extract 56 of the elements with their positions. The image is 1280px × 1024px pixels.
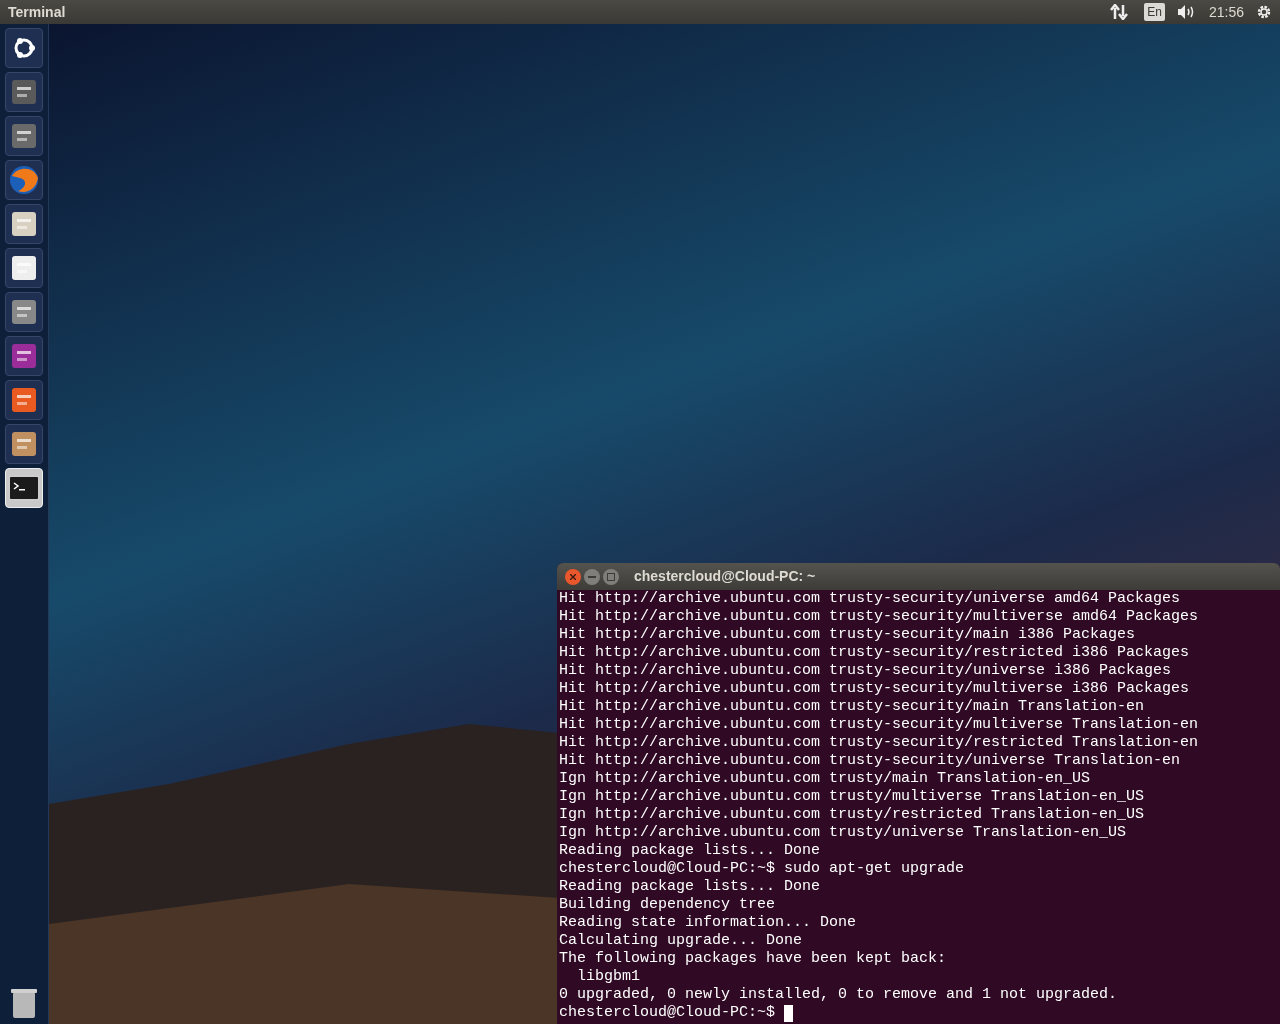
maximize-button[interactable]: [603, 568, 619, 585]
terminal-line: Hit http://archive.ubuntu.com trusty-security/main Translation-en: [559, 698, 1145, 716]
app-icon: [9, 341, 39, 371]
terminal-line: Reading state information... Done: [559, 914, 857, 932]
app-icon: [9, 209, 39, 239]
clock[interactable]: 21:56: [1208, 1, 1244, 23]
terminal-line: Calculating upgrade... Done: [559, 932, 803, 950]
launcher-item[interactable]: [5, 380, 43, 420]
launcher-item[interactable]: [5, 336, 43, 376]
terminal-line: Reading package lists... Done: [559, 878, 821, 896]
app-icon: [9, 121, 39, 151]
terminal-line: Ign http://archive.ubuntu.com trusty/universe Translation-en_US: [559, 824, 1127, 842]
terminal-title: chestercloud@Cloud-PC: ~: [634, 567, 816, 586]
app-icon: [9, 429, 39, 459]
launcher-item[interactable]: [5, 204, 43, 244]
maximize-icon: [607, 572, 615, 581]
minimize-icon: [588, 575, 596, 578]
app-icon: [9, 77, 39, 107]
close-icon: [570, 573, 576, 580]
keyboard-layout-indicator[interactable]: En: [1144, 3, 1165, 21]
terminal-line: Hit http://archive.ubuntu.com trusty-security/multiverse Translation-en: [559, 716, 1199, 734]
terminal-icon: [8, 475, 40, 501]
terminal-line: Ign http://archive.ubuntu.com trusty/main Translation-en_US: [559, 770, 1091, 788]
trash-icon[interactable]: [9, 986, 39, 1020]
minimize-button[interactable]: [584, 568, 600, 585]
terminal-line: Ign http://archive.ubuntu.com trusty/restricted Translation-en_US: [559, 806, 1145, 824]
terminal-line: 0 upgraded, 0 newly installed, 0 to remove and 1 not upgraded.: [559, 986, 1118, 1004]
terminal-line: Hit http://archive.ubuntu.com trusty-security/universe i386 Packages: [559, 662, 1172, 680]
terminal-line: The following packages have been kept back:: [559, 950, 947, 968]
terminal-line: chestercloud@Cloud-PC:~$ sudo apt-get upgrade: [559, 860, 965, 878]
settings-gear-icon[interactable]: [1256, 4, 1272, 20]
launcher-item[interactable]: [5, 116, 43, 156]
launcher-item[interactable]: [5, 248, 43, 288]
app-icon: [9, 385, 39, 415]
browser-globe-icon: [8, 164, 40, 196]
terminal-line: Hit http://archive.ubuntu.com trusty-security/main i386 Packages: [559, 626, 1136, 644]
window-title: Terminal: [8, 2, 66, 22]
app-icon: [9, 253, 39, 283]
launcher-item[interactable]: [5, 424, 43, 464]
terminal-line: Reading package lists... Done: [559, 842, 821, 860]
terminal-line: Ign http://archive.ubuntu.com trusty/multiverse Translation-en_US: [559, 788, 1145, 806]
terminal-line: Hit http://archive.ubuntu.com trusty-security/restricted Translation-en: [559, 734, 1199, 752]
terminal-line: Hit http://archive.ubuntu.com trusty-security/restricted i386 Packages: [559, 644, 1190, 662]
launcher-item[interactable]: [5, 292, 43, 332]
launcher-item[interactable]: [5, 28, 43, 68]
terminal-line: libgbm1: [576, 968, 640, 986]
terminal-line: Building dependency tree: [559, 896, 776, 914]
terminal-line: Hit http://archive.ubuntu.com trusty-security/multiverse amd64 Packages: [559, 608, 1199, 626]
terminal-line: Hit http://archive.ubuntu.com trusty-security/universe amd64 Packages: [559, 590, 1181, 608]
network-arrows-icon[interactable]: [1110, 4, 1129, 20]
close-button[interactable]: [565, 568, 581, 585]
launcher-item[interactable]: [5, 72, 43, 112]
terminal-line: Hit http://archive.ubuntu.com trusty-security/universe Translation-en: [559, 752, 1181, 770]
app-icon: [9, 297, 39, 327]
terminal-line: Hit http://archive.ubuntu.com trusty-security/multiverse i386 Packages: [559, 680, 1190, 698]
terminal-line: chestercloud@Cloud-PC:~$: [559, 1004, 776, 1022]
